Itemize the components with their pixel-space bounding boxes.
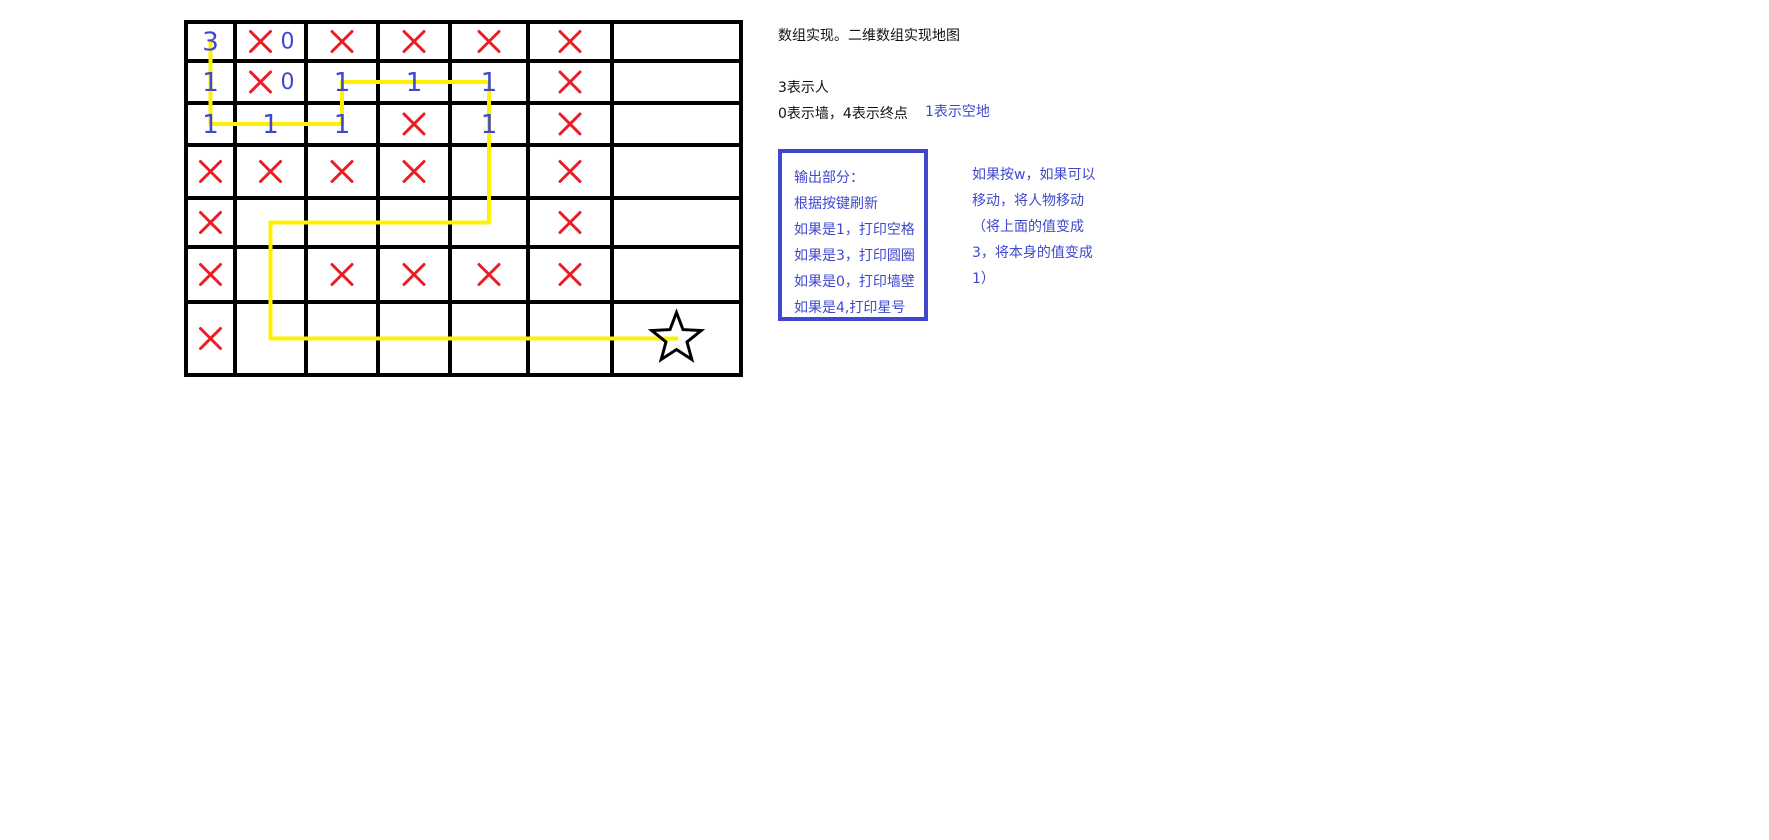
grid-map-sketch: 3 01 0 1 1 11 1 1 1: [184, 20, 743, 377]
space-mark: 1: [481, 110, 498, 140]
wall-mark-stroke: [402, 30, 426, 53]
legend-space: 1表示空地: [925, 104, 990, 120]
goal-star-mark: [647, 308, 706, 363]
wall-mark-x: [330, 160, 354, 183]
wall-mark-stroke: [402, 263, 426, 286]
wall-mark-stroke: [199, 263, 222, 286]
wall-mark-x: [477, 263, 501, 286]
wall-mark-stroke: [402, 160, 426, 183]
wall-mark-stroke: [259, 160, 282, 183]
wall-mark-stroke: [402, 112, 426, 136]
cell-mark-text: 0: [281, 30, 295, 55]
wall-mark-stroke: [249, 70, 272, 94]
wall-mark-x: [330, 30, 354, 53]
space-mark: 1: [202, 68, 219, 98]
output-line: 如果是4,打印星号: [794, 300, 906, 316]
space-mark: 1: [334, 110, 351, 140]
wall-mark-x: [199, 211, 222, 234]
wall-mark-x: [199, 327, 222, 350]
wall-mark-stroke: [330, 263, 354, 286]
move-note-line: 3，将本身的值变成: [972, 245, 1093, 261]
wall-mark-stroke: [558, 70, 582, 94]
cell-mark-text: 0: [281, 70, 295, 95]
output-line: 如果是3，打印圆圈: [794, 248, 915, 264]
wall-mark-stroke: [199, 327, 222, 350]
output-section-box: 输出部分： 根据按键刷新 如果是1，打印空格 如果是3，打印圆圈 如果是0，打印…: [778, 149, 928, 321]
space-mark: 1: [262, 110, 279, 140]
wall-mark-stroke: [330, 160, 354, 183]
wall-mark-x: [558, 263, 582, 286]
wall-mark-stroke: [477, 263, 501, 286]
wall-mark-stroke: [199, 160, 222, 183]
wall-mark-x: [558, 160, 582, 183]
space-mark: 1: [202, 110, 219, 140]
wall-mark-x: [199, 160, 222, 183]
wall-mark-x: [402, 112, 426, 136]
move-note-line: 如果按w，如果可以: [972, 167, 1096, 183]
wall-mark-x: [199, 263, 222, 286]
wall-mark-x: [477, 30, 501, 53]
wall-mark-stroke: [558, 211, 582, 234]
page-title: 数组实现。二维数组实现地图: [778, 28, 960, 44]
space-mark: 1: [334, 68, 351, 98]
wall-mark-stroke: [249, 30, 272, 53]
output-line: 输出部分：: [794, 170, 864, 186]
space-mark: 1: [481, 68, 498, 98]
wall-mark-x: [249, 70, 272, 94]
wall-mark-stroke: [330, 30, 354, 53]
wall-mark-x: [249, 30, 272, 53]
wall-mark-x: [558, 70, 582, 94]
wall-mark-stroke: [558, 263, 582, 286]
wall-mark-x: [330, 263, 354, 286]
wall-mark-stroke: [558, 30, 582, 53]
wall-mark-x: [558, 112, 582, 136]
legend-wall-end: 0表示墙，4表示终点: [778, 106, 908, 122]
move-note-line: 移动，将人物移动: [972, 193, 1084, 209]
wall-mark-x: [259, 160, 282, 183]
space-mark: 1: [406, 68, 423, 98]
wall-mark-stroke: [477, 30, 501, 53]
move-note: 如果按w，如果可以 移动，将人物移动 （将上面的值变成 3，将本身的值变成 1）: [972, 162, 1095, 292]
wall-mark-stroke: [558, 160, 582, 183]
wall-mark-x: [402, 160, 426, 183]
wall-mark-x: [558, 30, 582, 53]
output-line: 如果是1，打印空格: [794, 222, 915, 238]
wall-mark-x: [402, 263, 426, 286]
output-line: 如果是0，打印墙壁: [794, 274, 915, 290]
move-note-line: 1）: [972, 271, 995, 287]
player-mark: 3: [202, 28, 219, 58]
wall-mark-x: [402, 30, 426, 53]
output-line: 根据按键刷新: [794, 196, 878, 212]
legend-person: 3表示人: [778, 80, 829, 96]
move-note-line: （将上面的值变成: [972, 219, 1084, 235]
wall-mark-stroke: [558, 112, 582, 136]
wall-mark-stroke: [199, 211, 222, 234]
wall-mark-x: [558, 211, 582, 234]
